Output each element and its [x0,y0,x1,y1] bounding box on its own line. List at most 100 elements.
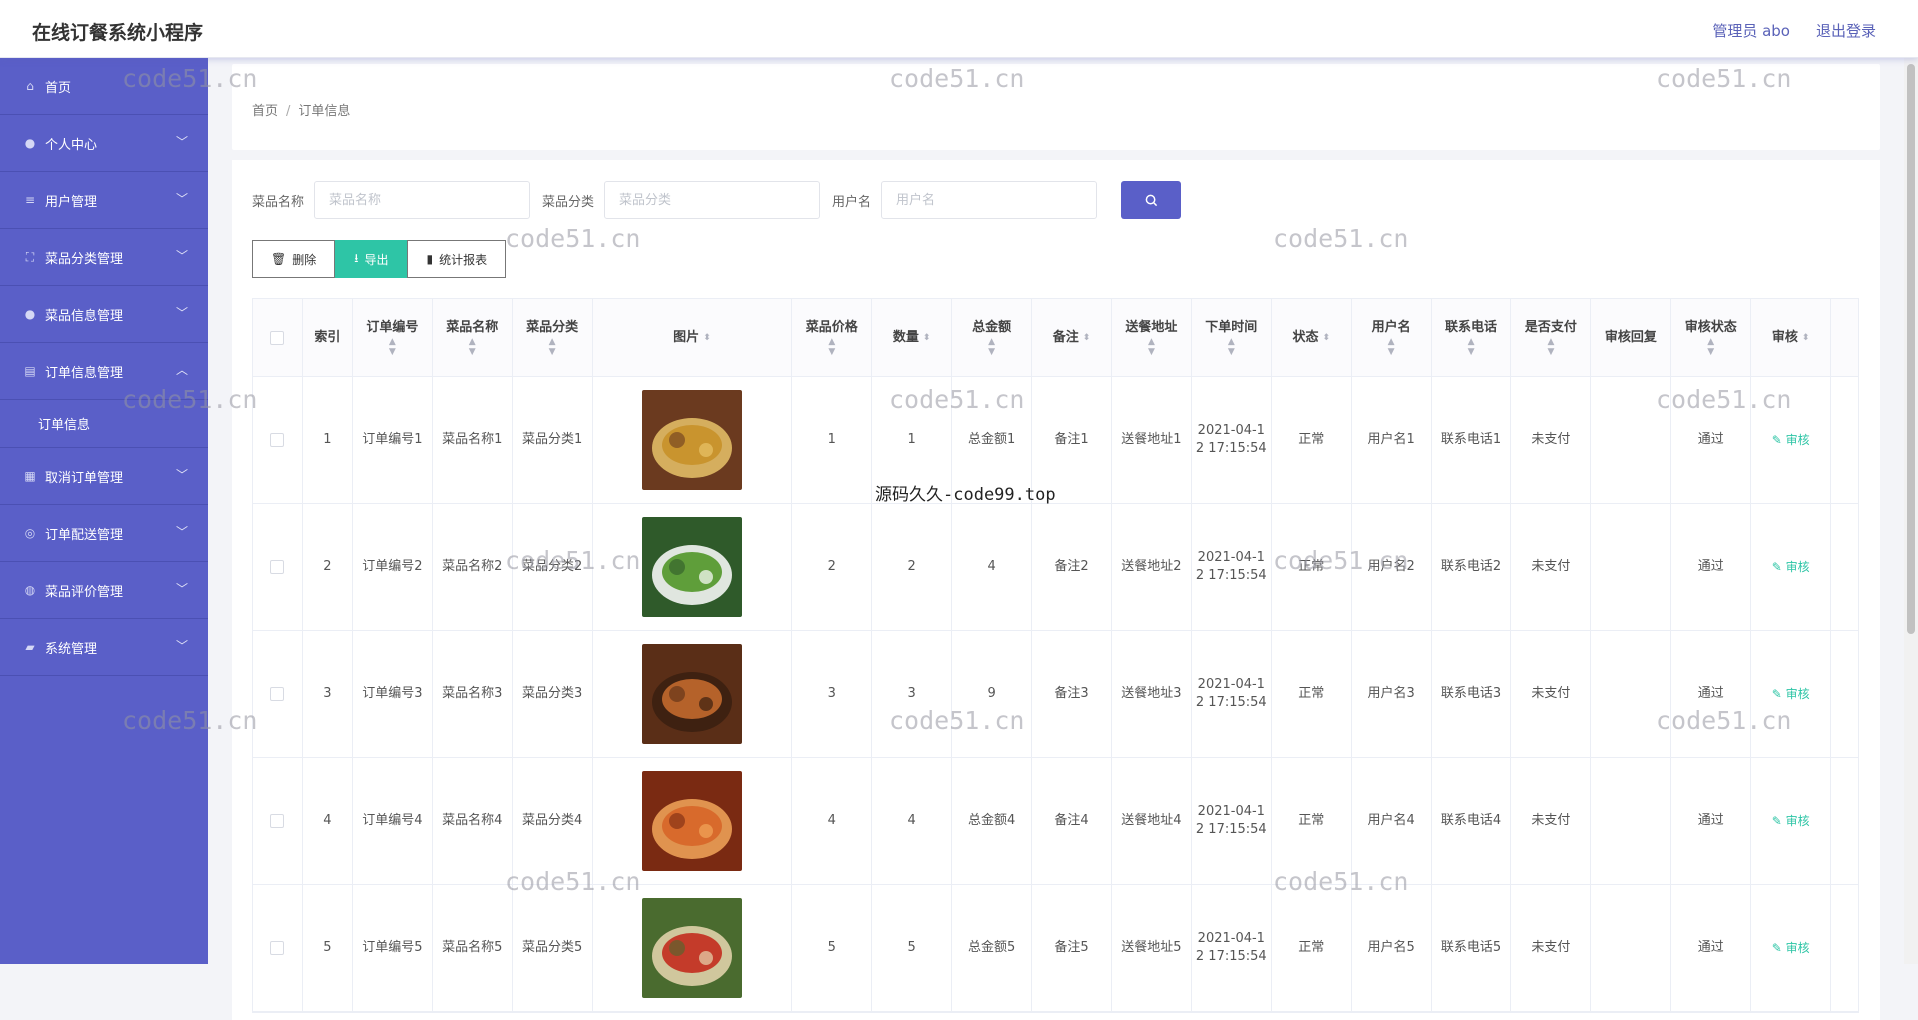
page-scrollbar[interactable] [1904,58,1918,964]
row-checkbox[interactable] [270,560,285,574]
cell-text: 备注4 [1054,813,1089,828]
header-cell[interactable]: 图片 ⬍ [593,299,793,376]
table-cell: 4 [952,504,1033,630]
cell-text: 2 [827,559,836,574]
table-cell[interactable]: ✎ 审核 [1751,504,1832,630]
category-input[interactable] [604,181,821,219]
dish-image[interactable] [641,771,742,871]
chevron-up-icon: ︿ [175,363,188,377]
header-cell[interactable]: 数量 ⬍ [872,299,953,376]
sidebar-item-users[interactable]: ≡ 用户管理 ﹀ [0,172,208,229]
header-cell[interactable]: 下单时间 ▲ ▼ [1192,299,1272,376]
chevron-down-icon: ﹀ [175,639,188,653]
dish-image[interactable] [641,390,742,490]
sidebar-item-orders[interactable]: ▤ 订单信息管理 ︿ [0,343,208,400]
logout-link[interactable]: 退出登录 [1816,20,1876,41]
breadcrumb-home[interactable]: 首页 [252,104,278,119]
header-cell[interactable]: 菜品名称 ▲ ▼ [433,299,513,376]
delete-button[interactable]: 🗑 删除 [252,240,336,278]
sidebar-item-delivery[interactable]: ◎ 订单配送管理 ﹀ [0,505,208,562]
cell-text: 菜品分类2 [522,559,583,574]
cell-text: 2021-04-12 17:15:54 [1195,550,1267,583]
header-cell[interactable]: 审核 ⬍ [1751,299,1832,376]
export-button[interactable]: ⭳ 导出 [335,240,408,278]
header-cell[interactable]: 菜品分类 ▲ ▼ [513,299,593,376]
chevron-down-icon: ﹀ [175,525,188,539]
sort-icon: ⬍ [703,332,711,343]
header-cell[interactable]: 菜品价格 ▲ ▼ [792,299,873,376]
sidebar-item-dish-info[interactable]: ● 菜品信息管理 ﹀ [0,286,208,343]
table-cell: 备注3 [1032,631,1112,757]
table-cell[interactable]: ✎ 审核 [1751,631,1832,757]
report-button[interactable]: ▮ 统计报表 [407,240,507,278]
table-cell: 正常 [1272,758,1352,884]
cell-text: 订单编号4 [362,813,423,828]
header-label: 审核状态 [1684,319,1737,335]
cell-text: 4 [907,813,916,828]
row-checkbox[interactable] [270,433,285,447]
sidebar-item-cancel-orders[interactable]: ▦ 取消订单管理 ﹀ [0,448,208,505]
sidebar-subitem-order-info[interactable]: 订单信息 [0,400,208,448]
header-spacer [1831,299,1858,376]
header-cell[interactable]: 状态 ⬍ [1272,299,1352,376]
table-cell[interactable]: ✎ 审核 [1751,758,1832,884]
chevron-down-icon: ﹀ [175,306,188,320]
sidebar-item-label: 订单配送管理 [45,527,124,543]
category-icon: ⛶ [25,249,35,264]
header-cell[interactable]: 总金额 ▲ ▼ [952,299,1033,376]
cell-text: 未支付 [1531,559,1571,574]
table-cell: 菜品名称1 [433,377,513,503]
sidebar-item-system[interactable]: ▰ 系统管理 ﹀ [0,619,208,676]
table-cell: 正常 [1272,631,1352,757]
audit-button[interactable]: ✎ 审核 [1772,812,1810,830]
audit-button[interactable]: ✎ 审核 [1772,939,1810,957]
table-cell[interactable]: ✎ 审核 [1751,885,1832,1011]
row-checkbox[interactable] [270,814,285,828]
dish-image[interactable] [641,898,742,998]
dish-name-input[interactable] [314,181,531,219]
row-checkbox[interactable] [270,941,285,955]
header-cell[interactable]: 送餐地址 ▲ ▼ [1112,299,1192,376]
admin-user-label[interactable]: 管理员 abo [1712,20,1790,41]
table-cell: 菜品分类1 [513,377,593,503]
cell-text: 用户名5 [1367,940,1415,955]
sidebar-item-personal[interactable]: ● 个人中心 ﹀ [0,115,208,172]
cell-text: 2 [907,559,916,574]
header-cell[interactable]: 用户名 ▲ ▼ [1352,299,1432,376]
scrollbar-thumb[interactable] [1907,64,1915,634]
search-button[interactable] [1121,181,1182,219]
cell-text: 订单编号2 [362,559,423,574]
table-cell [1591,631,1672,757]
table-cell: 2 [303,504,353,630]
action-buttons: 🗑 删除 ⭳ 导出 ▮ 统计报表 [252,240,1860,278]
chevron-down-icon: ﹀ [175,192,188,206]
select-all-cell [253,299,303,376]
header-cell[interactable]: 订单编号 ▲ ▼ [353,299,433,376]
audit-button[interactable]: ✎ 审核 [1772,685,1810,703]
select-all-checkbox[interactable] [270,330,285,345]
dish-image[interactable] [641,517,742,617]
header-label: 审核回复 [1604,329,1657,345]
table-cell[interactable]: ✎ 审核 [1751,377,1832,503]
cell-text: 5 [827,940,836,955]
header-cell[interactable]: 备注 ⬍ [1032,299,1112,376]
cell-text: 2021-04-12 17:15:54 [1195,423,1267,456]
table-cell: 联系电话2 [1432,504,1512,630]
sort-icon: ⬍ [1801,332,1810,343]
username-input[interactable] [881,181,1098,219]
row-checkbox[interactable] [270,687,285,701]
audit-button[interactable]: ✎ 审核 [1772,558,1810,576]
cell-text: 送餐地址4 [1121,813,1182,828]
header-cell[interactable]: 是否支付 ▲ ▼ [1511,299,1592,376]
header-cell[interactable]: 审核状态 ▲ ▼ [1671,299,1752,376]
table-cell: 未支付 [1511,504,1592,630]
sidebar-item-home[interactable]: ⌂ 首页 [0,58,208,115]
cell-text: 备注1 [1054,432,1089,447]
sidebar-item-dish-category[interactable]: ⛶ 菜品分类管理 ﹀ [0,229,208,286]
header-cell[interactable]: 联系电话 ▲ ▼ [1432,299,1512,376]
audit-button[interactable]: ✎ 审核 [1772,431,1810,449]
chevron-down-icon: ﹀ [175,135,188,149]
dish-image[interactable] [641,644,742,744]
table-cell: 1 [792,377,873,503]
sidebar-item-reviews[interactable]: ◍ 菜品评价管理 ﹀ [0,562,208,619]
